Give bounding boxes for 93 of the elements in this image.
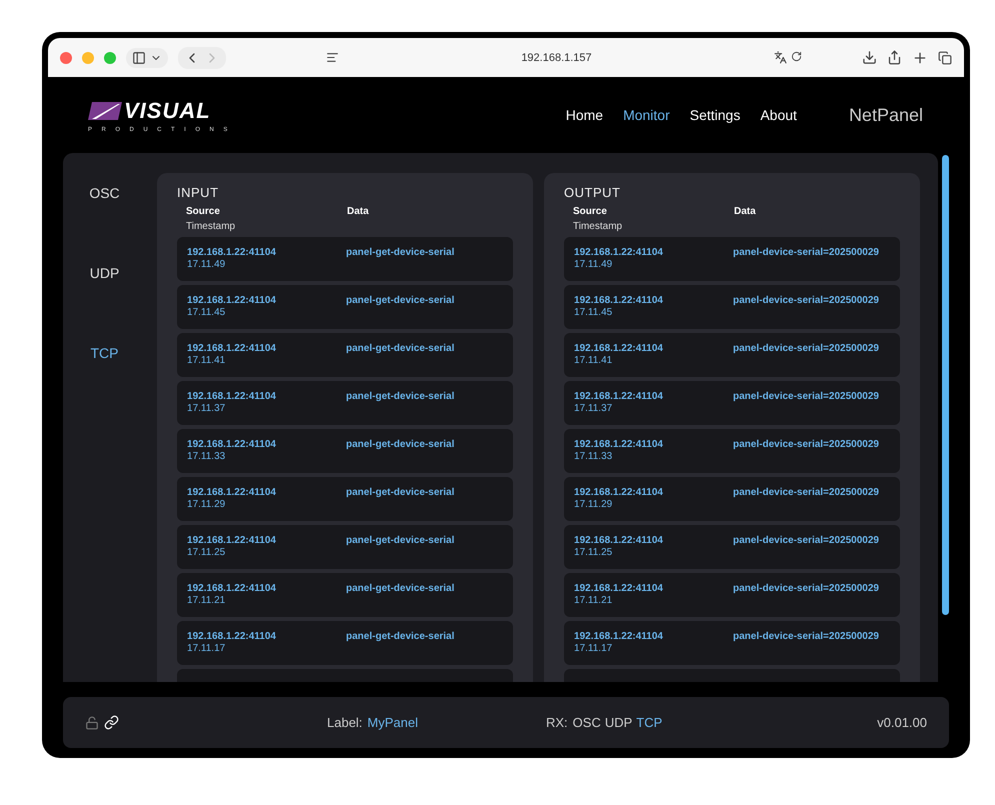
- rx-protocol: UDP: [604, 715, 632, 730]
- address-bar-url[interactable]: 192.168.1.157: [521, 52, 592, 64]
- scrollbar-thumb[interactable]: [942, 155, 949, 615]
- timestamp: 17.11.29: [187, 499, 226, 510]
- tab-overview-icon[interactable]: [938, 50, 952, 64]
- message-data: panel-device-serial=202500029: [733, 535, 880, 548]
- label-value: MyPanel: [367, 715, 418, 730]
- timestamp: 17.11.49: [574, 259, 614, 270]
- label-caption: Label:: [327, 715, 362, 730]
- nav-link[interactable]: Home: [566, 107, 604, 123]
- timestamp: 17.11.33: [574, 451, 614, 462]
- source-address: 192.168.1.22:41104: [574, 631, 664, 642]
- message-data: panel-device-serial=202500029: [733, 295, 880, 308]
- translate-icon[interactable]: [774, 51, 787, 64]
- column-header: Source: [186, 206, 221, 217]
- source-address: 192.168.1.22:41104: [574, 343, 664, 354]
- message-data: panel-device-serial=202500029: [733, 343, 880, 356]
- timestamp: 17.11.45: [187, 307, 226, 318]
- page-menu-icon[interactable]: [326, 51, 339, 64]
- message-data: panel-get-device-serial: [346, 391, 456, 404]
- message-data: panel-get-device-serial: [346, 535, 456, 548]
- message-data: panel-device-serial=202500029: [733, 583, 880, 596]
- unlock-icon[interactable]: [85, 716, 99, 730]
- source-address: 192.168.1.22:41104: [187, 583, 277, 594]
- timestamp: 17.11.37: [574, 403, 614, 414]
- timestamp: 17.11.21: [574, 595, 614, 606]
- nav-link[interactable]: Monitor: [623, 107, 670, 123]
- nav-link[interactable]: About: [760, 107, 797, 123]
- source-address: 192.168.1.22:41104: [187, 247, 277, 258]
- message-data: panel-get-device-serial: [346, 295, 456, 308]
- source-address: 192.168.1.22:41104: [187, 391, 277, 402]
- source-address: 192.168.1.22:41104: [574, 295, 664, 306]
- share-icon[interactable]: [887, 50, 902, 65]
- download-icon[interactable]: [862, 50, 877, 65]
- source-address: 192.168.1.22:41104: [574, 247, 664, 258]
- version-text: v0.01.00: [877, 715, 927, 730]
- message-data: panel-get-device-serial: [346, 631, 456, 644]
- column-header: Timestamp: [572, 220, 624, 234]
- timestamp: 17.11.41: [574, 355, 614, 366]
- card-title: INPUT: [177, 185, 220, 200]
- column-header: Data: [734, 206, 757, 217]
- reload-icon[interactable]: [790, 51, 802, 62]
- message-data: panel-device-serial=202500029: [733, 487, 880, 500]
- new-tab-icon[interactable]: [912, 50, 928, 66]
- timestamp: 17.11.41: [187, 355, 226, 366]
- message-data: panel-get-device-serial: [346, 439, 456, 452]
- source-address: 192.168.1.22:41104: [574, 439, 664, 450]
- message-data: panel-get-device-serial: [346, 487, 456, 500]
- timestamp: 17.11.37: [187, 403, 226, 414]
- source-address: 192.168.1.22:41104: [187, 535, 277, 546]
- timestamp: 17.11.21: [187, 595, 226, 606]
- column-header: Data: [347, 206, 370, 217]
- source-address: 192.168.1.22:41104: [574, 583, 664, 594]
- nav-link[interactable]: Settings: [690, 107, 740, 123]
- protocol-tab[interactable]: TCP: [90, 345, 118, 361]
- message-data: panel-device-serial=202500029: [733, 439, 880, 452]
- column-header: Timestamp: [185, 220, 236, 234]
- app-title: NetPanel: [848, 104, 923, 126]
- timestamp: 17.11.49: [187, 259, 226, 270]
- close-window-button[interactable]: [60, 52, 72, 64]
- message-data: panel-device-serial=202500029: [733, 391, 880, 404]
- source-address: 192.168.1.22:41104: [574, 391, 664, 402]
- message-data: panel-device-serial=202500029: [733, 631, 880, 644]
- timestamp: 17.11.17: [574, 643, 614, 654]
- protocol-tab[interactable]: UDP: [90, 265, 120, 281]
- message-data: panel-get-device-serial: [346, 247, 456, 260]
- source-address: 192.168.1.22:41104: [187, 631, 277, 642]
- logo-mark-icon: [88, 102, 122, 120]
- timestamp: 17.11.29: [574, 499, 614, 510]
- timestamp: 17.11.25: [574, 547, 614, 558]
- logo-wordmark: VISUAL: [124, 98, 211, 124]
- rx-caption: RX:: [546, 715, 568, 730]
- rx-protocol: TCP: [636, 715, 662, 730]
- link-icon[interactable]: [104, 715, 119, 730]
- source-address: 192.168.1.22:41104: [574, 487, 664, 498]
- sidebar-toggle-button[interactable]: [126, 48, 168, 68]
- timestamp: 17.11.33: [187, 451, 226, 462]
- message-data: panel-get-device-serial: [346, 343, 456, 356]
- protocol-tab[interactable]: OSC: [89, 185, 120, 201]
- column-header: Source: [573, 206, 608, 217]
- card-title: OUTPUT: [564, 185, 622, 200]
- source-address: 192.168.1.22:41104: [187, 343, 277, 354]
- timestamp: 17.11.45: [574, 307, 614, 318]
- rx-protocol: OSC: [572, 715, 601, 730]
- source-address: 192.168.1.22:41104: [187, 487, 277, 498]
- source-address: 192.168.1.22:41104: [574, 535, 664, 546]
- message-data: panel-get-device-serial: [346, 583, 456, 596]
- timestamp: 17.11.17: [187, 643, 226, 654]
- timestamp: 17.11.25: [187, 547, 226, 558]
- source-address: 192.168.1.22:41104: [187, 439, 277, 450]
- message-data: panel-device-serial=202500029: [733, 247, 880, 260]
- source-address: 192.168.1.22:41104: [187, 295, 277, 306]
- sidebar-icon[interactable]: [132, 50, 146, 64]
